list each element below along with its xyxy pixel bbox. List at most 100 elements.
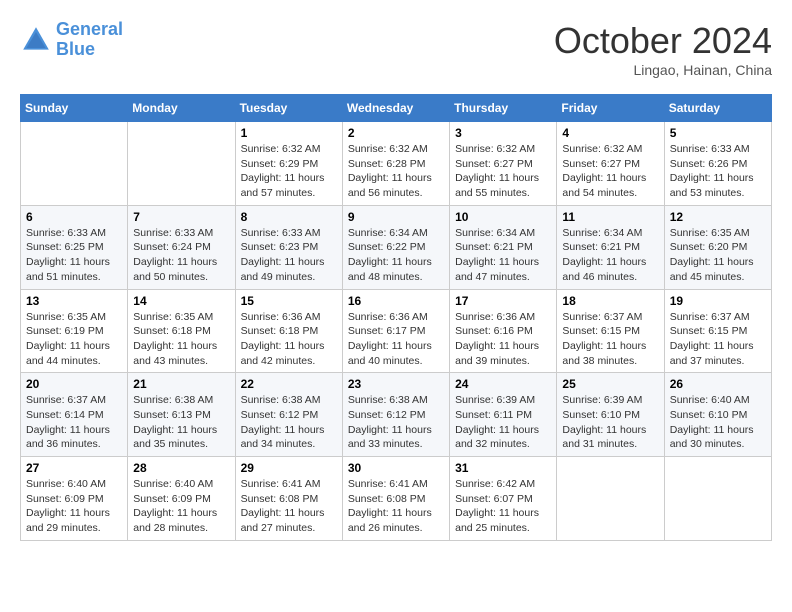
day-info: Sunrise: 6:40 AMSunset: 6:10 PMDaylight:…: [670, 393, 766, 452]
day-info: Sunrise: 6:42 AMSunset: 6:07 PMDaylight:…: [455, 477, 551, 536]
weekday-header: Monday: [128, 95, 235, 122]
day-info: Sunrise: 6:39 AMSunset: 6:11 PMDaylight:…: [455, 393, 551, 452]
day-number: 24: [455, 377, 551, 391]
calendar-cell: 14 Sunrise: 6:35 AMSunset: 6:18 PMDayligh…: [128, 289, 235, 373]
calendar-cell: 17 Sunrise: 6:36 AMSunset: 6:16 PMDayligh…: [450, 289, 557, 373]
day-number: 16: [348, 294, 444, 308]
calendar-cell: 13Sunrise: 6:35 AMSunset: 6:19 PMDayligh…: [21, 289, 128, 373]
calendar-cell: 11 Sunrise: 6:34 AMSunset: 6:21 PMDayligh…: [557, 205, 664, 289]
day-number: 26: [670, 377, 766, 391]
calendar-cell: 6 Sunrise: 6:33 AMSunset: 6:25 PMDaylight…: [21, 205, 128, 289]
day-info: Sunrise: 6:36 AMSunset: 6:18 PMDaylight:…: [241, 310, 337, 369]
day-number: 29: [241, 461, 337, 475]
calendar-week-row: 6 Sunrise: 6:33 AMSunset: 6:25 PMDaylight…: [21, 205, 772, 289]
day-info: Sunrise: 6:35 AMSunset: 6:20 PMDaylight:…: [670, 226, 766, 285]
calendar-cell: 9 Sunrise: 6:34 AMSunset: 6:22 PMDaylight…: [342, 205, 449, 289]
day-info: Sunrise: 6:33 AMSunset: 6:23 PMDaylight:…: [241, 226, 337, 285]
calendar-cell: [557, 457, 664, 541]
calendar-cell: 22 Sunrise: 6:38 AMSunset: 6:12 PMDayligh…: [235, 373, 342, 457]
calendar-cell: 2Sunrise: 6:32 AMSunset: 6:28 PMDaylight…: [342, 122, 449, 206]
calendar-cell: 29 Sunrise: 6:41 AMSunset: 6:08 PMDayligh…: [235, 457, 342, 541]
calendar-cell: 5Sunrise: 6:33 AMSunset: 6:26 PMDaylight…: [664, 122, 771, 206]
calendar-cell: 10 Sunrise: 6:34 AMSunset: 6:21 PMDayligh…: [450, 205, 557, 289]
day-info: Sunrise: 6:34 AMSunset: 6:21 PMDaylight:…: [562, 226, 658, 285]
day-info: Sunrise: 6:34 AMSunset: 6:21 PMDaylight:…: [455, 226, 551, 285]
calendar-cell: [21, 122, 128, 206]
day-number: 1: [241, 126, 337, 140]
calendar-cell: 24 Sunrise: 6:39 AMSunset: 6:11 PMDayligh…: [450, 373, 557, 457]
calendar-cell: 18 Sunrise: 6:37 AMSunset: 6:15 PMDayligh…: [557, 289, 664, 373]
page-header: General Blue October 2024 Lingao, Hainan…: [20, 20, 772, 78]
calendar-cell: 1Sunrise: 6:32 AMSunset: 6:29 PMDaylight…: [235, 122, 342, 206]
calendar-cell: 3 Sunrise: 6:32 AMSunset: 6:27 PMDaylight…: [450, 122, 557, 206]
day-info: Sunrise: 6:39 AMSunset: 6:10 PMDaylight:…: [562, 393, 658, 452]
calendar-cell: 12 Sunrise: 6:35 AMSunset: 6:20 PMDayligh…: [664, 205, 771, 289]
day-number: 4: [562, 126, 658, 140]
day-info: Sunrise: 6:38 AMSunset: 6:12 PMDaylight:…: [241, 393, 337, 452]
day-number: 27: [26, 461, 122, 475]
day-number: 10: [455, 210, 551, 224]
day-info: Sunrise: 6:33 AMSunset: 6:25 PMDaylight:…: [26, 226, 122, 285]
day-number: 11: [562, 210, 658, 224]
day-info: Sunrise: 6:37 AMSunset: 6:14 PMDaylight:…: [26, 393, 122, 452]
day-info: Sunrise: 6:38 AMSunset: 6:13 PMDaylight:…: [133, 393, 229, 452]
day-info: Sunrise: 6:32 AMSunset: 6:27 PMDaylight:…: [455, 142, 551, 201]
logo-icon: [20, 24, 52, 56]
day-info: Sunrise: 6:36 AMSunset: 6:16 PMDaylight:…: [455, 310, 551, 369]
month-title: October 2024: [554, 20, 772, 62]
day-number: 5: [670, 126, 766, 140]
day-info: Sunrise: 6:35 AMSunset: 6:19 PMDaylight:…: [26, 310, 122, 369]
day-number: 8: [241, 210, 337, 224]
day-number: 18: [562, 294, 658, 308]
weekday-header: Sunday: [21, 95, 128, 122]
day-info: Sunrise: 6:37 AMSunset: 6:15 PMDaylight:…: [670, 310, 766, 369]
calendar-cell: 20 Sunrise: 6:37 AMSunset: 6:14 PMDayligh…: [21, 373, 128, 457]
day-number: 30: [348, 461, 444, 475]
day-number: 9: [348, 210, 444, 224]
calendar-week-row: 20 Sunrise: 6:37 AMSunset: 6:14 PMDayligh…: [21, 373, 772, 457]
day-info: Sunrise: 6:35 AMSunset: 6:18 PMDaylight:…: [133, 310, 229, 369]
calendar-cell: 27 Sunrise: 6:40 AMSunset: 6:09 PMDayligh…: [21, 457, 128, 541]
calendar-cell: 8 Sunrise: 6:33 AMSunset: 6:23 PMDaylight…: [235, 205, 342, 289]
day-number: 6: [26, 210, 122, 224]
day-number: 19: [670, 294, 766, 308]
weekday-header: Saturday: [664, 95, 771, 122]
calendar-cell: 23 Sunrise: 6:38 AMSunset: 6:12 PMDayligh…: [342, 373, 449, 457]
day-number: 14: [133, 294, 229, 308]
calendar-cell: 26 Sunrise: 6:40 AMSunset: 6:10 PMDayligh…: [664, 373, 771, 457]
calendar-header-row: SundayMondayTuesdayWednesdayThursdayFrid…: [21, 95, 772, 122]
day-number: 22: [241, 377, 337, 391]
calendar-cell: 30 Sunrise: 6:41 AMSunset: 6:08 PMDayligh…: [342, 457, 449, 541]
day-number: 2: [348, 126, 444, 140]
day-number: 12: [670, 210, 766, 224]
calendar-week-row: 13Sunrise: 6:35 AMSunset: 6:19 PMDayligh…: [21, 289, 772, 373]
calendar-cell: 25Sunrise: 6:39 AMSunset: 6:10 PMDayligh…: [557, 373, 664, 457]
day-number: 15: [241, 294, 337, 308]
day-number: 23: [348, 377, 444, 391]
day-number: 21: [133, 377, 229, 391]
day-info: Sunrise: 6:41 AMSunset: 6:08 PMDaylight:…: [348, 477, 444, 536]
day-info: Sunrise: 6:33 AMSunset: 6:24 PMDaylight:…: [133, 226, 229, 285]
day-info: Sunrise: 6:41 AMSunset: 6:08 PMDaylight:…: [241, 477, 337, 536]
calendar-cell: 15 Sunrise: 6:36 AMSunset: 6:18 PMDayligh…: [235, 289, 342, 373]
calendar-week-row: 1Sunrise: 6:32 AMSunset: 6:29 PMDaylight…: [21, 122, 772, 206]
logo-text: General Blue: [56, 20, 123, 60]
day-info: Sunrise: 6:34 AMSunset: 6:22 PMDaylight:…: [348, 226, 444, 285]
day-number: 20: [26, 377, 122, 391]
title-block: October 2024 Lingao, Hainan, China: [554, 20, 772, 78]
calendar-table: SundayMondayTuesdayWednesdayThursdayFrid…: [20, 94, 772, 541]
day-info: Sunrise: 6:38 AMSunset: 6:12 PMDaylight:…: [348, 393, 444, 452]
day-number: 3: [455, 126, 551, 140]
location: Lingao, Hainan, China: [554, 62, 772, 78]
day-number: 28: [133, 461, 229, 475]
weekday-header: Thursday: [450, 95, 557, 122]
calendar-cell: 7Sunrise: 6:33 AMSunset: 6:24 PMDaylight…: [128, 205, 235, 289]
day-info: Sunrise: 6:40 AMSunset: 6:09 PMDaylight:…: [26, 477, 122, 536]
day-info: Sunrise: 6:37 AMSunset: 6:15 PMDaylight:…: [562, 310, 658, 369]
weekday-header: Friday: [557, 95, 664, 122]
day-number: 17: [455, 294, 551, 308]
day-info: Sunrise: 6:32 AMSunset: 6:27 PMDaylight:…: [562, 142, 658, 201]
calendar-week-row: 27 Sunrise: 6:40 AMSunset: 6:09 PMDayligh…: [21, 457, 772, 541]
logo-blue: Blue: [56, 39, 95, 59]
calendar-cell: [128, 122, 235, 206]
